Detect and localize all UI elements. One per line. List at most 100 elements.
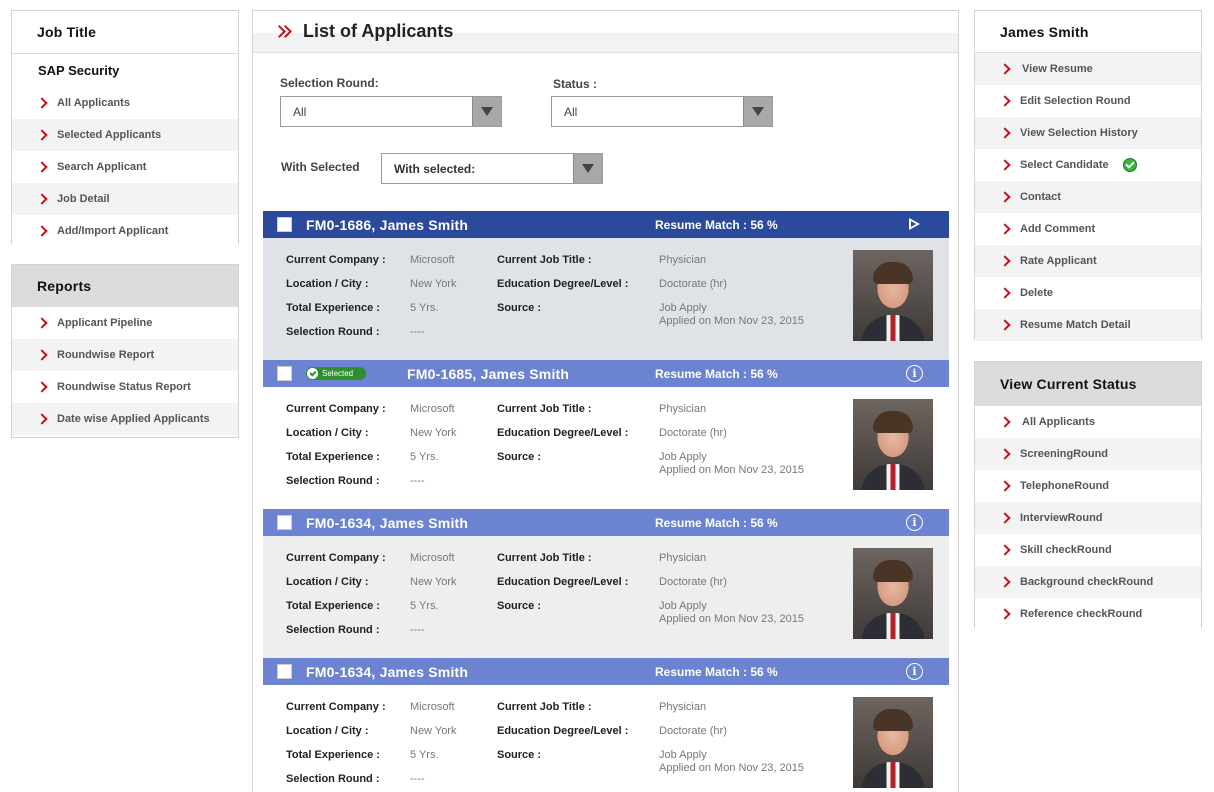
selected-badge: Selected: [306, 367, 366, 380]
action-label: Rate Applicant: [1020, 255, 1097, 267]
dropdown-arrow-icon[interactable]: [573, 154, 602, 183]
action-resume-match-detail[interactable]: Resume Match Detail: [975, 309, 1201, 341]
applicant-checkbox[interactable]: [277, 217, 292, 232]
sidebar-item-applicant-pipeline[interactable]: Applicant Pipeline: [12, 307, 238, 339]
location-label: Location / City :: [286, 576, 369, 588]
job-title-label: Current Job Title :: [497, 701, 592, 713]
experience-value: 5 Yrs.: [410, 749, 439, 761]
dropdown-arrow-icon[interactable]: [743, 97, 772, 126]
chevron-right-icon: [999, 255, 1011, 267]
sidebar-item-selected-applicants[interactable]: Selected Applicants: [12, 119, 238, 151]
education-value: Doctorate (hr): [659, 278, 727, 290]
applicants-panel: List of Applicants Selection Round: All …: [252, 10, 959, 792]
status-item-interview[interactable]: InterviewRound: [975, 502, 1201, 534]
location-value: New York: [410, 278, 457, 290]
applicant-title[interactable]: FM0-1634, James Smith: [306, 664, 468, 680]
action-add-comment[interactable]: Add Comment: [975, 213, 1201, 245]
applicant-header: FM0-1634, James Smith Resume Match : 56 …: [263, 509, 949, 536]
status-item-reference-check[interactable]: Reference checkRound: [975, 598, 1201, 630]
action-contact[interactable]: Contact: [975, 181, 1201, 213]
selection-round-value: All: [293, 104, 307, 119]
status-item-label: Reference checkRound: [1020, 608, 1143, 620]
company-label: Current Company :: [286, 552, 386, 564]
info-icon[interactable]: i: [906, 663, 923, 680]
dropdown-arrow-icon[interactable]: [472, 97, 501, 126]
chevron-right-icon: [999, 544, 1011, 556]
status-item-background-check[interactable]: Background checkRound: [975, 566, 1201, 598]
sidebar-item-roundwise-status-report[interactable]: Roundwise Status Report: [12, 371, 238, 403]
applicant-checkbox[interactable]: [277, 664, 292, 679]
applicant-details: Current Company : Microsoft Location / C…: [263, 387, 949, 509]
chevron-right-icon: [36, 413, 48, 425]
resume-match: Resume Match : 56 %: [655, 664, 778, 679]
play-icon[interactable]: [909, 218, 920, 230]
location-label: Location / City :: [286, 725, 369, 737]
sidebar-item-roundwise-report[interactable]: Roundwise Report: [12, 339, 238, 371]
job-title-value: Physician: [659, 254, 707, 266]
chevron-right-icon: [36, 349, 48, 361]
sidebar-item-all-applicants[interactable]: All Applicants: [12, 87, 238, 119]
action-view-selection-history[interactable]: View Selection History: [975, 117, 1201, 149]
applicant-checkbox[interactable]: [277, 515, 292, 530]
chevron-right-icon: [36, 317, 48, 329]
action-edit-selection-round[interactable]: Edit Selection Round: [975, 85, 1201, 117]
double-chevron-right-icon: [273, 24, 293, 39]
applied-date: Applied on Mon Nov 23, 2015: [659, 315, 804, 327]
chevron-right-icon: [999, 480, 1011, 492]
round-value: ----: [410, 624, 425, 636]
sidebar-item-date-wise-applied[interactable]: Date wise Applied Applicants: [12, 403, 238, 435]
applicant-photo: [853, 697, 933, 788]
with-selected-select[interactable]: With selected:: [381, 153, 603, 184]
sidebar-item-label: Add/Import Applicant: [57, 225, 169, 237]
selection-round-select[interactable]: All: [280, 96, 502, 127]
info-icon[interactable]: i: [906, 514, 923, 531]
action-label: View Resume: [1022, 63, 1093, 75]
experience-value: 5 Yrs.: [410, 600, 439, 612]
status-select[interactable]: All: [551, 96, 773, 127]
job-title-value: Physician: [659, 701, 707, 713]
action-delete[interactable]: Delete: [975, 277, 1201, 309]
round-label: Selection Round :: [286, 326, 380, 338]
action-rate-applicant[interactable]: Rate Applicant: [975, 245, 1201, 277]
source-label: Source :: [497, 749, 542, 761]
status-item-skill-check[interactable]: Skill checkRound: [975, 534, 1201, 566]
status-item-label: ScreeningRound: [1020, 448, 1109, 460]
sidebar-item-label: Selected Applicants: [57, 129, 162, 141]
status-item-telephone[interactable]: TelephoneRound: [975, 470, 1201, 502]
chevron-right-icon: [999, 416, 1011, 428]
action-view-resume[interactable]: View Resume: [975, 53, 1201, 85]
page-title: List of Applicants: [303, 21, 454, 41]
sidebar-item-label: Applicant Pipeline: [57, 317, 153, 329]
sidebar-item-job-detail[interactable]: Job Detail: [12, 183, 238, 215]
applicant-title[interactable]: FM0-1685, James Smith: [407, 366, 569, 382]
applicant-title[interactable]: FM0-1686, James Smith: [306, 217, 468, 233]
with-selected-label: With Selected: [281, 160, 360, 174]
education-value: Doctorate (hr): [659, 725, 727, 737]
company-label: Current Company :: [286, 403, 386, 415]
sidebar-item-search-applicant[interactable]: Search Applicant: [12, 151, 238, 183]
action-label: View Selection History: [1020, 127, 1138, 139]
applicant-title[interactable]: FM0-1634, James Smith: [306, 515, 468, 531]
chevron-right-icon: [999, 448, 1011, 460]
chevron-right-icon: [36, 381, 48, 393]
sidebar-item-add-import-applicant[interactable]: Add/Import Applicant: [12, 215, 238, 247]
info-icon[interactable]: i: [906, 365, 923, 382]
status-label: Status :: [553, 77, 598, 91]
experience-label: Total Experience :: [286, 600, 380, 612]
action-select-candidate[interactable]: Select Candidate: [975, 149, 1201, 181]
applicant-card: FM0-1634, James Smith Resume Match : 56 …: [263, 509, 949, 658]
status-item-screening[interactable]: ScreeningRound: [975, 438, 1201, 470]
chevron-right-icon: [999, 608, 1011, 620]
chevron-right-icon: [999, 191, 1011, 203]
applicant-checkbox[interactable]: [277, 366, 292, 381]
source-value: Job Apply: [659, 749, 707, 761]
reports-heading: Reports: [12, 265, 238, 307]
sidebar-item-label: All Applicants: [57, 97, 130, 109]
status-item-all-applicants[interactable]: All Applicants: [975, 406, 1201, 438]
job-title-label: Current Job Title :: [497, 254, 592, 266]
round-label: Selection Round :: [286, 773, 380, 785]
company-label: Current Company :: [286, 701, 386, 713]
chevron-right-icon: [999, 95, 1011, 107]
round-value: ----: [410, 475, 425, 487]
chevron-right-icon: [36, 129, 48, 141]
